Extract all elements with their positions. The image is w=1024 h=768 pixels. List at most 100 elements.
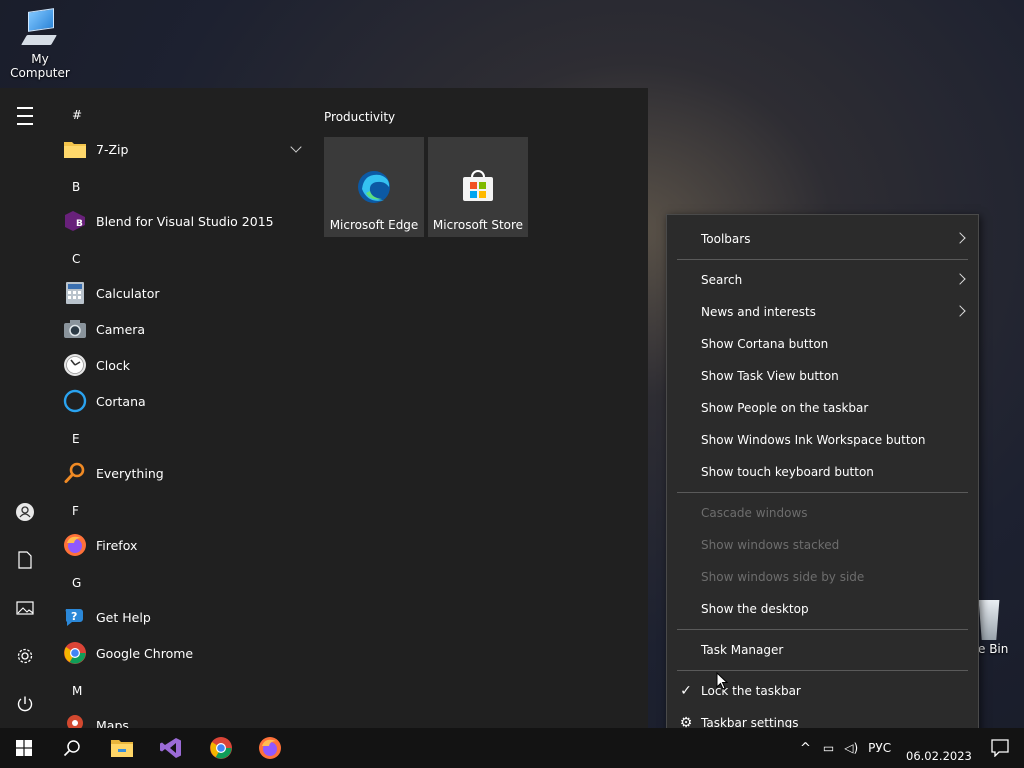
taskbar-date[interactable]: 06.02.2023	[906, 749, 972, 763]
menu-item-label: Toolbars	[701, 232, 751, 246]
documents-icon[interactable]	[0, 540, 50, 580]
menu-item-show-touch-keyboard[interactable]: Show touch keyboard button	[667, 457, 978, 487]
camera-icon	[63, 317, 87, 341]
app-item-calculator[interactable]: Calculator	[50, 275, 310, 311]
tile-label: Microsoft Store	[432, 218, 524, 232]
menu-item-cascade-windows: Cascade windows	[667, 498, 978, 528]
pictures-icon[interactable]	[0, 588, 50, 628]
help-icon: ?	[63, 605, 87, 629]
user-account-icon[interactable]	[0, 492, 50, 532]
desktop-icon-my-computer[interactable]: My Computer	[0, 8, 80, 80]
menu-item-show-windows-side-by-side: Show windows side by side	[667, 562, 978, 592]
menu-item-label: News and interests	[701, 305, 816, 319]
app-list[interactable]: # 7-Zip B B Blend for Visual Studio 2015…	[50, 88, 310, 728]
store-icon	[460, 169, 496, 205]
menu-separator	[677, 259, 968, 260]
menu-item-label: Search	[701, 273, 743, 287]
app-item-blend[interactable]: B Blend for Visual Studio 2015	[50, 203, 310, 239]
volume-icon[interactable]: ◁)	[844, 741, 858, 755]
app-item-label: Cortana	[96, 393, 146, 409]
cortana-icon	[63, 389, 87, 413]
section-header-c[interactable]: C	[72, 252, 80, 266]
menu-separator	[677, 629, 968, 630]
app-item-clock[interactable]: Clock	[50, 347, 310, 383]
menu-item-label: Show Task View button	[701, 369, 839, 383]
menu-item-task-manager[interactable]: Task Manager	[667, 635, 978, 665]
tile-label: Microsoft Edge	[329, 218, 419, 232]
tile-microsoft-edge[interactable]: Microsoft Edge	[324, 137, 424, 237]
section-header-f[interactable]: F	[72, 504, 79, 518]
mouse-cursor-icon	[716, 672, 728, 690]
action-center-icon[interactable]	[976, 728, 1024, 768]
system-tray: ^ ▭ ◁) РУС	[800, 728, 891, 768]
chevron-right-icon	[954, 273, 966, 285]
menu-item-label: Show the desktop	[701, 602, 809, 616]
section-header-hash[interactable]: #	[72, 108, 82, 122]
blend-icon: B	[63, 209, 87, 233]
app-item-label: Everything	[96, 465, 164, 481]
maps-icon	[63, 713, 87, 728]
menu-item-lock-the-taskbar[interactable]: ✓ Lock the taskbar	[667, 676, 978, 706]
hamburger-menu-icon[interactable]	[0, 96, 50, 136]
menu-item-label: Task Manager	[701, 643, 784, 657]
network-icon[interactable]: ▭	[823, 741, 834, 755]
menu-item-show-task-view-button[interactable]: Show Task View button	[667, 361, 978, 391]
menu-item-toolbars[interactable]: Toolbars	[667, 224, 978, 254]
file-explorer-icon[interactable]	[98, 728, 146, 768]
app-item-everything[interactable]: Everything	[50, 455, 310, 491]
app-item-label: Blend for Visual Studio 2015	[96, 213, 274, 229]
edge-icon	[356, 169, 392, 205]
recycle-bin-icon	[978, 600, 1000, 640]
menu-item-show-windows-ink[interactable]: Show Windows Ink Workspace button	[667, 425, 978, 455]
menu-item-news-and-interests[interactable]: News and interests	[667, 297, 978, 327]
visual-studio-icon[interactable]	[147, 728, 195, 768]
tile-microsoft-store[interactable]: Microsoft Store	[428, 137, 528, 237]
menu-item-label: Show Cortana button	[701, 337, 829, 351]
chrome-icon	[63, 641, 87, 665]
menu-item-show-cortana-button[interactable]: Show Cortana button	[667, 329, 978, 359]
chevron-right-icon	[954, 305, 966, 317]
calculator-icon	[63, 281, 87, 305]
chevron-up-icon[interactable]: ^	[800, 741, 811, 756]
app-item-camera[interactable]: Camera	[50, 311, 310, 347]
app-item-7zip[interactable]: 7-Zip	[50, 131, 310, 167]
chevron-right-icon	[954, 232, 966, 244]
menu-item-show-the-desktop[interactable]: Show the desktop	[667, 594, 978, 624]
windows-start-icon[interactable]	[0, 728, 48, 768]
folder-icon	[63, 137, 87, 161]
power-icon[interactable]	[0, 684, 50, 724]
menu-item-search[interactable]: Search	[667, 265, 978, 295]
chrome-icon[interactable]	[197, 728, 245, 768]
menu-item-label: Cascade windows	[701, 506, 808, 520]
start-rail	[0, 88, 50, 728]
chevron-down-icon[interactable]	[290, 141, 302, 153]
svg-text:?: ?	[71, 610, 77, 623]
search-icon[interactable]	[48, 728, 96, 768]
clock-icon	[63, 353, 87, 377]
section-header-g[interactable]: G	[72, 576, 81, 590]
menu-item-show-people[interactable]: Show People on the taskbar	[667, 393, 978, 423]
app-item-google-chrome[interactable]: Google Chrome	[50, 635, 310, 671]
app-item-label: Google Chrome	[96, 645, 194, 661]
section-header-b[interactable]: B	[72, 180, 80, 194]
search-magnifier-icon	[63, 461, 87, 485]
svg-text:B: B	[76, 219, 83, 229]
section-header-m[interactable]: M	[72, 684, 82, 698]
menu-item-label: Show touch keyboard button	[701, 465, 874, 479]
firefox-icon[interactable]	[246, 728, 294, 768]
menu-item-label: Show People on the taskbar	[701, 401, 869, 415]
app-item-firefox[interactable]: Firefox	[50, 527, 310, 563]
app-item-maps[interactable]: Maps	[50, 707, 310, 728]
menu-separator	[677, 492, 968, 493]
menu-item-label: Show windows side by side	[701, 570, 865, 584]
settings-gear-icon[interactable]	[0, 636, 50, 676]
app-item-get-help[interactable]: ? Get Help	[50, 599, 310, 635]
app-item-cortana[interactable]: Cortana	[50, 383, 310, 419]
app-item-label: 7-Zip	[96, 141, 129, 157]
tile-group-title[interactable]: Productivity	[324, 110, 395, 124]
language-indicator[interactable]: РУС	[868, 741, 891, 755]
firefox-icon	[63, 533, 87, 557]
app-item-label: Clock	[96, 357, 130, 373]
taskbar-context-menu: Toolbars Search News and interests Show …	[666, 214, 979, 748]
section-header-e[interactable]: E	[72, 432, 80, 446]
